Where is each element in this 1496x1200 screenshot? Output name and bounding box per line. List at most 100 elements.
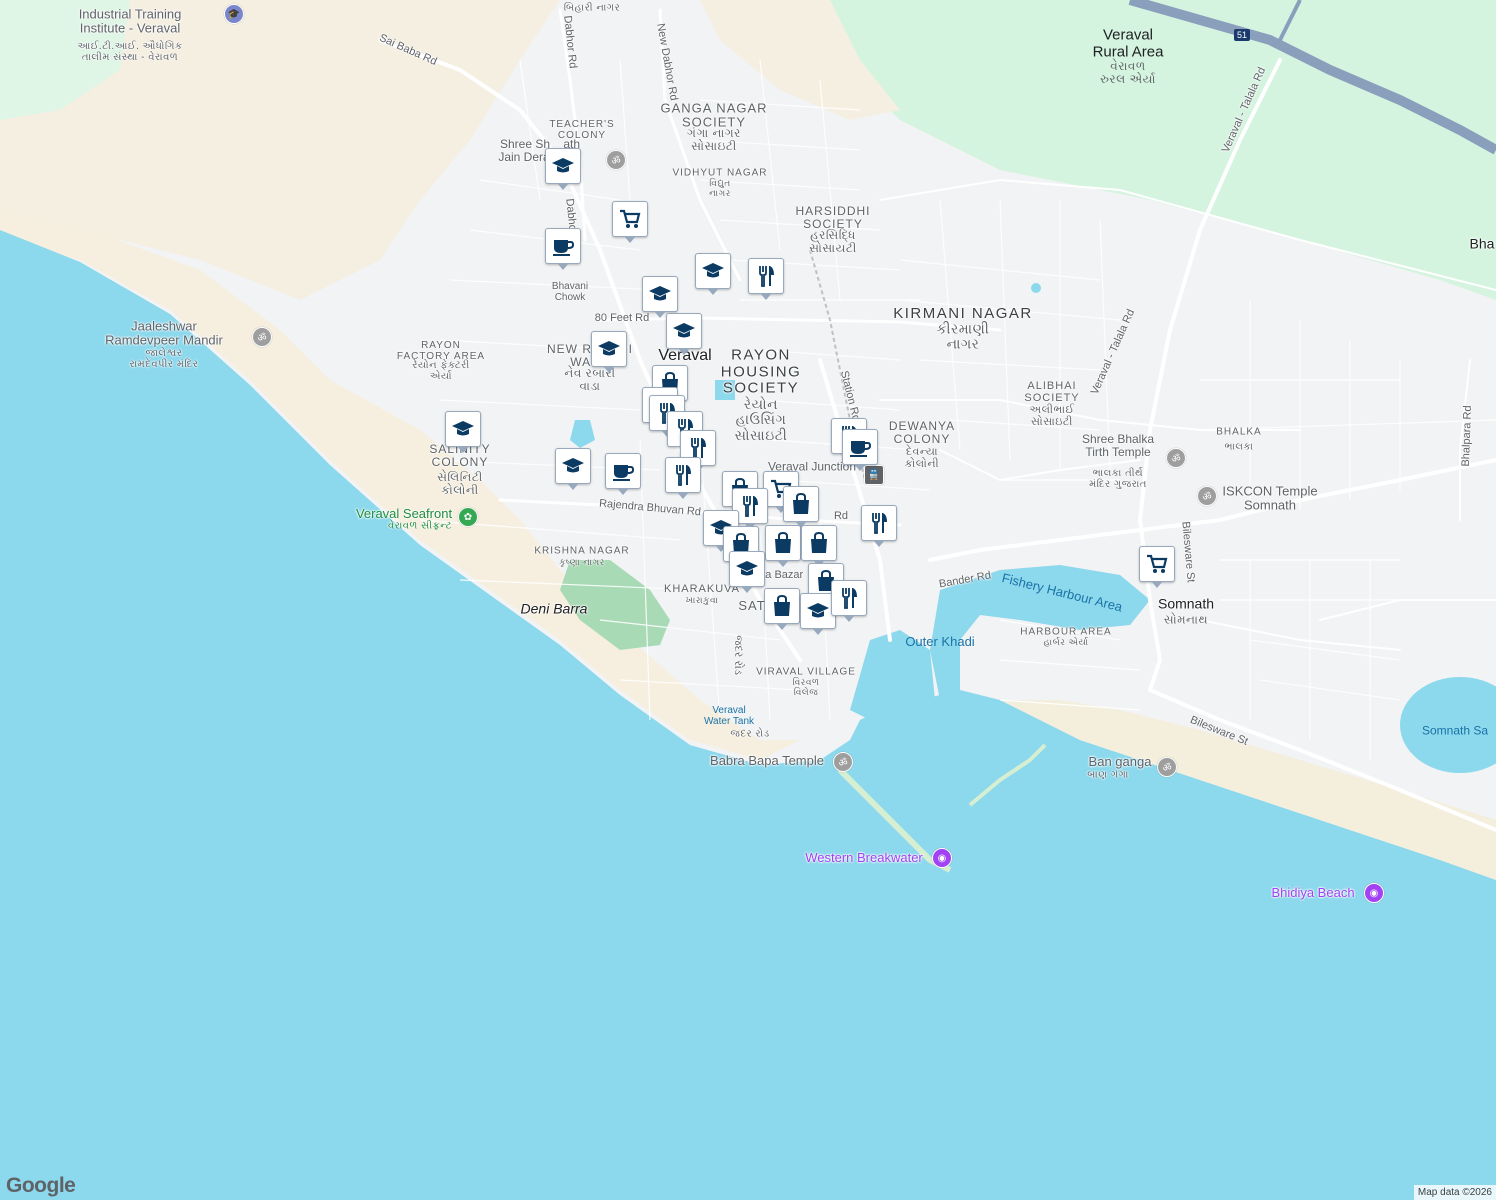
label-bhalka: BHALKA	[1216, 426, 1262, 438]
coffee-icon	[613, 465, 635, 481]
marker-bag-icon[interactable]	[783, 486, 819, 528]
label-jaaleshwar: Jaaleshwar Ramdevpeer Mandir	[105, 318, 223, 348]
label-veraval-seafront: Veraval Seafront	[355, 505, 453, 521]
label-babra-bapa: Babra Bapa Temple	[710, 752, 824, 768]
bag-icon	[811, 531, 827, 553]
bag-icon	[775, 531, 791, 553]
label-jadar-road: જદર રોડ	[730, 728, 770, 740]
marker-school-icon[interactable]	[729, 551, 765, 593]
school-icon	[598, 341, 620, 356]
marker-school-icon[interactable]	[555, 448, 591, 490]
food-icon	[743, 496, 758, 517]
bag-icon	[774, 594, 790, 616]
label-krishna-nagar: KRISHNA NAGAR	[534, 545, 630, 557]
label-bhavani-chowk: Bhavani Chowk	[551, 281, 589, 303]
marker-school-icon[interactable]	[666, 313, 702, 355]
temple-icon[interactable]: ॐ	[1197, 486, 1217, 506]
label-iskcon: ISKCON Temple Somnath	[1222, 483, 1318, 513]
road-jadar: જદર રોડ	[732, 635, 745, 675]
highway-shield: 51	[1233, 29, 1251, 41]
marker-coffee-icon[interactable]	[605, 453, 641, 495]
label-ganga-nagar-gu: ગંગા નાગર સોસાઇટી	[687, 125, 741, 153]
label-harbour-area: HARBOUR AREA	[1020, 626, 1112, 638]
school-icon	[702, 263, 724, 278]
google-logo[interactable]: Google	[6, 1174, 76, 1198]
label-kirmani-nagar-gu: કીરમાણી નાગર	[936, 320, 990, 352]
map-data-attribution[interactable]: Map data ©2026	[1413, 1185, 1496, 1200]
school-icon	[649, 286, 671, 301]
label-salinity-gu: સેલિનિટી કોલોની	[437, 469, 483, 497]
school-icon	[562, 458, 584, 473]
label-harbour-area-gu: હાર્બર એર્યા	[1043, 637, 1089, 648]
label-somnath-gu: સોમનાથ	[1163, 612, 1209, 627]
food-icon	[759, 266, 774, 287]
food-icon	[842, 588, 857, 609]
marker-school-icon[interactable]	[591, 331, 627, 373]
label-somnath: Somnath	[1157, 595, 1215, 612]
label-vidhyut-nagar-gu: વિદ્યુત નાગર	[709, 178, 731, 198]
food-icon	[676, 465, 691, 486]
cart-icon	[1147, 554, 1168, 573]
temple-icon[interactable]: ॐ	[833, 752, 853, 772]
marker-cart-icon[interactable]	[612, 201, 648, 243]
label-rayon-factory-gu: રેયોન ફેક્ટરી એર્યા	[412, 360, 470, 382]
label-veraval-rural: Veraval Rural Area	[1092, 26, 1164, 60]
marker-coffee-icon[interactable]	[545, 228, 581, 270]
university-icon[interactable]: 🎓	[224, 4, 244, 24]
label-outer-khadi: Outer Khadi	[905, 633, 975, 649]
label-rayon-factory: RAYON FACTORY AREA	[396, 340, 486, 362]
marker-school-icon[interactable]	[695, 253, 731, 295]
label-veraval-seafront-gu: વેરાવળ સીફ્રન્ટ	[387, 520, 453, 532]
label-sat: SAT	[738, 597, 766, 613]
train-station-icon[interactable]: 🚆	[864, 465, 884, 485]
school-icon	[452, 421, 474, 436]
temple-icon[interactable]: ॐ	[1157, 757, 1177, 777]
camera-icon[interactable]: ◉	[1364, 883, 1384, 903]
camera-icon[interactable]: ◉	[932, 848, 952, 868]
marker-food-icon[interactable]	[831, 580, 867, 622]
label-bhidiya-beach: Bhidiya Beach	[1271, 884, 1355, 900]
marker-food-icon[interactable]	[665, 457, 701, 499]
park-icon[interactable]: ✿	[458, 507, 478, 527]
label-dewanya: DEWANYA COLONY	[888, 418, 956, 446]
cart-icon	[620, 209, 641, 228]
label-vidhyut-nagar: VIDHYUT NAGAR	[672, 167, 768, 179]
label-kharakuva-gu: ખારાકુવા	[685, 595, 719, 606]
label-bhalka-tirth: Shree Bhalka Tirth Temple	[1081, 431, 1155, 459]
road-80-feet: 80 Feet Rd	[594, 311, 650, 324]
temple-icon[interactable]: ॐ	[252, 327, 272, 347]
label-western-breakwater: Western Breakwater	[805, 849, 923, 865]
marker-food-icon[interactable]	[861, 505, 897, 547]
school-icon	[736, 561, 758, 576]
marker-school-icon[interactable]	[545, 148, 581, 190]
label-jaaleshwar-gu: જાલેશ્વર રામદેવપીર મંદિર	[129, 348, 199, 370]
label-harsiddhi-gu: હરસિદ્ધિ સોસાયટી	[809, 227, 857, 255]
label-krishna-nagar-gu: કૃષ્ણા નાગર	[559, 557, 605, 568]
label-somnath-sea: Somnath Sa	[1421, 723, 1489, 738]
label-ban-ganga-gu: બાણ ગંગા	[1087, 769, 1129, 781]
label-ban-ganga: Ban ganga	[1088, 753, 1152, 769]
label-water-tank: Veraval Water Tank	[703, 705, 755, 727]
label-bihari-nagar: બિહારી નાગર	[563, 2, 621, 14]
school-icon	[552, 158, 574, 173]
label-bhalka-tirth-gu: ભાલકા તીર્થ મંદિર ગુજરાત	[1089, 468, 1147, 490]
marker-cart-icon[interactable]	[1139, 546, 1175, 588]
coffee-icon	[553, 240, 575, 256]
school-icon	[807, 603, 829, 618]
label-rayon-housing-gu: રેયોન હાઉસિંગ સોસાઇટી	[734, 395, 788, 443]
label-deni-barra: Deni Barra	[520, 600, 588, 617]
worship-icon[interactable]: ॐ	[606, 150, 626, 170]
marker-school-icon[interactable]	[445, 411, 481, 453]
marker-food-icon[interactable]	[748, 258, 784, 300]
label-rayon-housing: RAYON HOUSING SOCIETY	[720, 346, 802, 397]
marker-bag-icon[interactable]	[801, 525, 837, 567]
label-alibhai: ALIBHAI SOCIETY	[1024, 379, 1080, 404]
marker-bag-icon[interactable]	[764, 588, 800, 630]
label-iti: Industrial Training Institute - Veraval	[78, 6, 182, 36]
temple-icon[interactable]: ॐ	[1166, 448, 1186, 468]
marker-coffee-icon[interactable]	[842, 429, 878, 471]
food-icon	[872, 513, 887, 534]
marker-bag-icon[interactable]	[765, 525, 801, 567]
marker-school-icon[interactable]	[642, 276, 678, 318]
label-alibhai-gu: અલીભાઈ સોસાઇટી	[1029, 403, 1075, 428]
